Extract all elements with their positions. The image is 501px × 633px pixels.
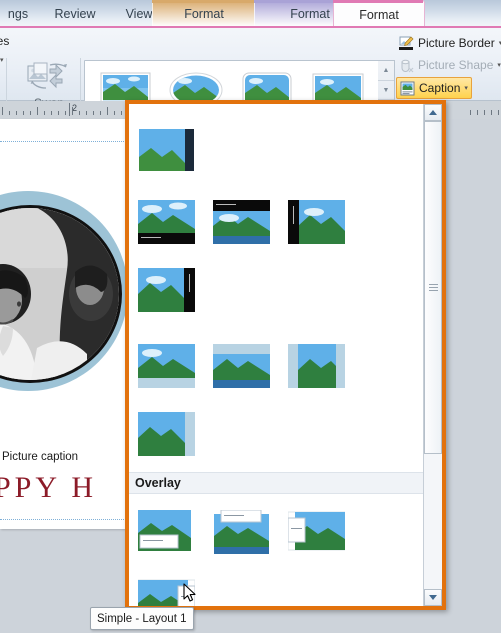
picture-border-label: Picture Border xyxy=(418,36,495,50)
layout-thumb[interactable] xyxy=(129,116,204,184)
layout-thumb[interactable] xyxy=(129,256,204,324)
ruler-tick xyxy=(44,111,45,115)
ruler-tick xyxy=(107,107,108,115)
layout-thumb[interactable] xyxy=(204,332,279,400)
chevron-down-icon[interactable]: ▾ xyxy=(497,61,501,69)
tooltip-text: Simple - Layout 1 xyxy=(97,612,187,625)
caption-layout-gallery[interactable]: Overlay xyxy=(125,100,446,610)
scrollbar-grip-icon xyxy=(429,283,438,292)
scroll-down-button[interactable] xyxy=(424,589,442,606)
ruler-tick xyxy=(100,111,101,115)
picture-border-icon xyxy=(399,35,414,51)
ruler-tick xyxy=(16,111,17,115)
layout-thumb[interactable] xyxy=(129,400,204,468)
ruler-tick xyxy=(121,111,122,115)
gallery-scroll-up-icon[interactable]: ▲ xyxy=(378,61,394,81)
partial-caret-icon[interactable]: ▾ xyxy=(0,56,4,64)
ruler-tick xyxy=(114,111,115,115)
gallery-scrollbar[interactable] xyxy=(423,104,442,606)
ruler-inch-mark xyxy=(69,103,70,116)
layout-thumb[interactable] xyxy=(204,188,279,256)
ruler-tick xyxy=(477,110,478,115)
ruler-tick xyxy=(51,111,52,115)
ruler-tick xyxy=(2,107,3,115)
layout-guide xyxy=(0,141,128,142)
layout-thumb[interactable] xyxy=(129,104,204,116)
horizontal-ruler-right[interactable] xyxy=(466,101,501,120)
tab-label: View xyxy=(125,7,153,21)
chevron-down-icon[interactable]: ▾ xyxy=(464,84,468,92)
ruler-tick xyxy=(9,111,10,115)
ruler-tick xyxy=(37,107,38,115)
scrollbar-thumb[interactable] xyxy=(424,121,442,454)
tab-ngs-0[interactable]: ngs xyxy=(0,0,48,28)
caption-label: Caption xyxy=(419,81,461,95)
ruler-tick xyxy=(498,110,499,115)
ribbon-tab-strip: ngs Review View Format Format Format xyxy=(0,0,501,29)
mouse-pointer xyxy=(183,583,197,603)
section-heading-overlay: Overlay xyxy=(129,472,423,494)
layout-thumb[interactable] xyxy=(129,498,204,566)
ribbon-body: ares e ▾ Swap ▾ Swap xyxy=(0,28,501,128)
contextual-tab-band xyxy=(333,0,423,3)
layout-thumb[interactable] xyxy=(204,104,279,116)
ruler-tick xyxy=(484,110,485,115)
partial-label-pictures: ares xyxy=(0,34,10,48)
scroll-up-button[interactable] xyxy=(424,104,442,121)
gallery-row xyxy=(129,104,423,188)
tab-label: ngs xyxy=(7,7,29,21)
contextual-tab-band xyxy=(152,0,254,3)
ruler-tick xyxy=(72,107,73,115)
ruler-tick xyxy=(470,110,471,115)
tab-label: Format xyxy=(184,7,224,21)
ruler-tick xyxy=(93,111,94,115)
ruler-tick xyxy=(23,111,24,115)
ruler-tick xyxy=(65,111,66,115)
headline-text[interactable]: PPY H xyxy=(0,471,97,505)
arrow-down-icon xyxy=(429,595,437,600)
ruler-tick xyxy=(79,111,80,115)
ruler-tick xyxy=(30,111,31,115)
arrow-up-icon xyxy=(429,110,437,115)
layout-thumb[interactable] xyxy=(204,498,279,566)
tab-format-3[interactable]: Format xyxy=(152,0,256,28)
gallery-row xyxy=(129,188,423,328)
swap-pictures-icon[interactable] xyxy=(26,61,72,95)
layout-thumb[interactable] xyxy=(129,188,204,256)
layout-thumb[interactable] xyxy=(279,332,354,400)
tab-label: Format xyxy=(359,8,399,22)
layout-thumb[interactable] xyxy=(279,104,354,116)
picture-shape-button[interactable]: Picture Shape ▾ xyxy=(396,55,501,75)
layout-thumb[interactable] xyxy=(279,498,354,566)
family-photo xyxy=(0,208,119,380)
oval-photo-frame[interactable] xyxy=(0,205,122,383)
tooltip: Simple - Layout 1 xyxy=(90,607,194,630)
layout-thumb[interactable] xyxy=(279,188,354,256)
caption-icon xyxy=(400,81,415,96)
gallery-row xyxy=(129,494,423,606)
publication-page[interactable]: Picture caption PPY H xyxy=(0,119,128,529)
picture-shape-label: Picture Shape xyxy=(418,58,494,72)
tab-label: Format xyxy=(290,7,330,21)
gallery-scroll-content: Overlay xyxy=(129,104,423,606)
picture-caption-text[interactable]: Picture caption xyxy=(2,451,78,463)
tab-review-1[interactable]: Review xyxy=(42,0,108,28)
tab-label: Review xyxy=(54,7,96,21)
ruler-tick xyxy=(58,111,59,115)
layout-thumb[interactable] xyxy=(129,332,204,400)
tab-format-5[interactable]: Format xyxy=(333,0,425,29)
caption-button[interactable]: Caption ▾ xyxy=(396,77,472,99)
gallery-row xyxy=(129,328,423,472)
picture-border-button[interactable]: Picture Border ▾ xyxy=(396,33,501,53)
layout-guide xyxy=(0,519,128,520)
gallery-scroll-down-icon[interactable]: ▼ xyxy=(378,81,394,101)
picture-shape-icon xyxy=(399,58,414,73)
ruler-tick xyxy=(86,111,87,115)
ruler-tick xyxy=(491,110,492,115)
